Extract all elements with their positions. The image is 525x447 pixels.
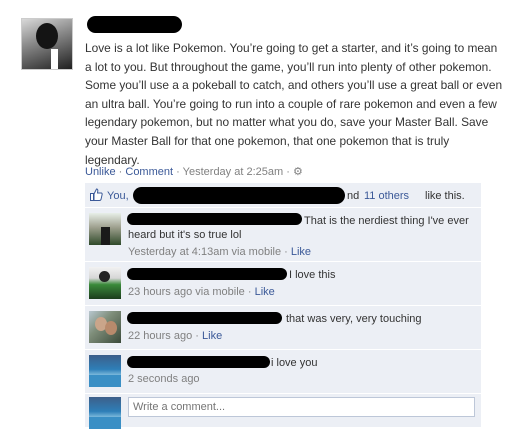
unlike-link[interactable]: Unlike <box>85 166 116 178</box>
comment-item: that was very, very touching 22 hours ag… <box>85 305 481 349</box>
commenter-avatar[interactable] <box>89 267 121 299</box>
redacted-liker-names <box>133 187 345 204</box>
likes-others-link[interactable]: 11 others <box>364 189 409 203</box>
likes-and: nd <box>347 190 360 202</box>
comment-text: I love this <box>289 269 336 281</box>
comment-timestamp[interactable]: 23 hours ago via mobile <box>128 286 245 298</box>
post-text: Love is a lot like Pokemon. You’re going… <box>85 41 503 167</box>
comment-like-link[interactable]: Like <box>291 246 311 258</box>
comment-meta: 23 hours ago via mobile · Like <box>128 285 275 299</box>
separator: · <box>284 246 288 258</box>
comment-item: I love this 23 hours ago via mobile · Li… <box>85 261 481 305</box>
comment-input[interactable] <box>128 397 475 417</box>
redacted-commenter-name <box>127 356 270 368</box>
comment-link[interactable]: Comment <box>125 166 173 178</box>
commenter-avatar[interactable] <box>89 311 121 343</box>
separator: · <box>176 166 180 178</box>
current-user-avatar <box>89 397 121 429</box>
separator: · <box>118 166 123 178</box>
commenter-avatar[interactable] <box>89 213 121 245</box>
likes-row: You, nd 11 others like this. <box>85 183 481 208</box>
settings-gear-icon[interactable]: ⚙ <box>293 166 303 178</box>
likes-you[interactable]: You, <box>107 189 129 203</box>
comment-meta: 22 hours ago · Like <box>128 329 222 343</box>
comment-timestamp[interactable]: Yesterday at 4:13am via mobile <box>128 246 281 258</box>
separator: · <box>247 286 252 298</box>
comment-meta: 2 seconds ago <box>128 372 200 386</box>
comment-text: That is the nerdiest thing I've ever hea… <box>128 215 469 241</box>
redacted-poster-name <box>87 16 182 33</box>
comment-item: That is the nerdiest thing I've ever hea… <box>85 207 481 261</box>
redacted-commenter-name <box>127 268 287 280</box>
redacted-commenter-name <box>127 312 282 324</box>
post-actions: Unlike · Comment · Yesterday at 2:25am ·… <box>85 165 303 179</box>
likes-suffix: like this. <box>425 190 465 202</box>
comment-like-link[interactable]: Like <box>202 330 222 342</box>
commenter-avatar[interactable] <box>89 355 121 387</box>
comment-like-link[interactable]: Like <box>255 286 275 298</box>
comment-text: i love you <box>271 357 318 369</box>
poster-avatar[interactable] <box>21 18 73 70</box>
separator: · <box>195 330 199 342</box>
comment-meta: Yesterday at 4:13am via mobile · Like <box>128 245 311 259</box>
separator: · <box>286 166 290 178</box>
comment-item: i love you 2 seconds ago <box>85 349 481 393</box>
post-timestamp[interactable]: Yesterday at 2:25am <box>183 166 284 178</box>
thumbs-up-icon <box>90 188 103 201</box>
feedback-panel: You, nd 11 others like this. That is the… <box>85 183 481 429</box>
comment-timestamp[interactable]: 2 seconds ago <box>128 373 200 385</box>
comment-text: that was very, very touching <box>286 313 422 325</box>
comment-timestamp[interactable]: 22 hours ago <box>128 330 192 342</box>
